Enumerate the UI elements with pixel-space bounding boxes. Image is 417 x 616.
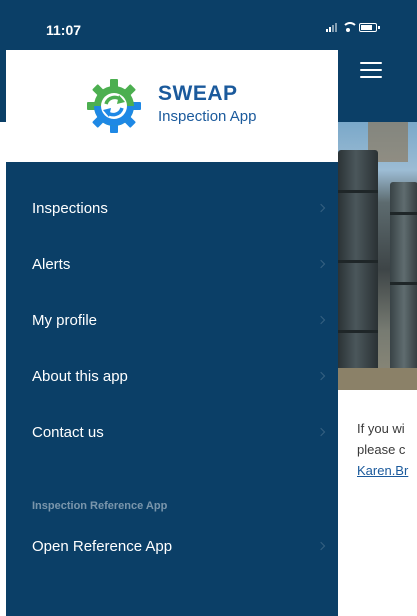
- navigation-drawer: SWEAP Inspection App Inspections Alerts …: [6, 0, 338, 616]
- menu-item-open-reference-app[interactable]: Open Reference App: [6, 518, 338, 574]
- signal-icon: [326, 22, 337, 32]
- status-bar: 11:07: [0, 0, 417, 50]
- hero-image: [338, 122, 417, 390]
- contact-email-link[interactable]: Karen.Br: [357, 460, 417, 481]
- drawer-header: SWEAP Inspection App: [6, 50, 338, 162]
- intro-text: If you wi please c Karen.Br: [357, 418, 417, 481]
- hamburger-icon[interactable]: [360, 62, 382, 80]
- menu-item-label: Inspections: [32, 199, 108, 217]
- menu-item-label: My profile: [32, 311, 98, 329]
- brand-name: SWEAP: [158, 82, 238, 105]
- chevron-right-icon: [316, 371, 326, 381]
- section-label-reference: Inspection Reference App: [32, 500, 168, 512]
- menu-item-about[interactable]: About this app: [6, 348, 338, 404]
- brand-subtitle: Inspection App: [158, 108, 257, 125]
- battery-icon: [359, 23, 380, 32]
- wifi-icon: [342, 22, 358, 32]
- menu-item-label: About this app: [32, 367, 128, 385]
- drawer-menu: Inspections Alerts My profile About this…: [6, 180, 338, 460]
- menu-item-alerts[interactable]: Alerts: [6, 236, 338, 292]
- menu-item-inspections[interactable]: Inspections: [6, 180, 338, 236]
- chevron-right-icon: [316, 203, 326, 213]
- chevron-right-icon: [316, 541, 326, 551]
- menu-item-label: Contact us: [32, 423, 104, 441]
- status-time: 11:07: [46, 22, 82, 38]
- intro-line-1: If you wi: [357, 421, 405, 436]
- status-icons: [326, 22, 380, 32]
- chevron-right-icon: [316, 259, 326, 269]
- chevron-right-icon: [316, 427, 326, 437]
- menu-item-contact[interactable]: Contact us: [6, 404, 338, 460]
- sweap-gear-logo: [87, 79, 141, 133]
- intro-line-2: please c: [357, 442, 406, 457]
- menu-item-label: Alerts: [32, 255, 71, 273]
- menu-item-my-profile[interactable]: My profile: [6, 292, 338, 348]
- menu-item-label: Open Reference App: [32, 537, 173, 555]
- chevron-right-icon: [316, 315, 326, 325]
